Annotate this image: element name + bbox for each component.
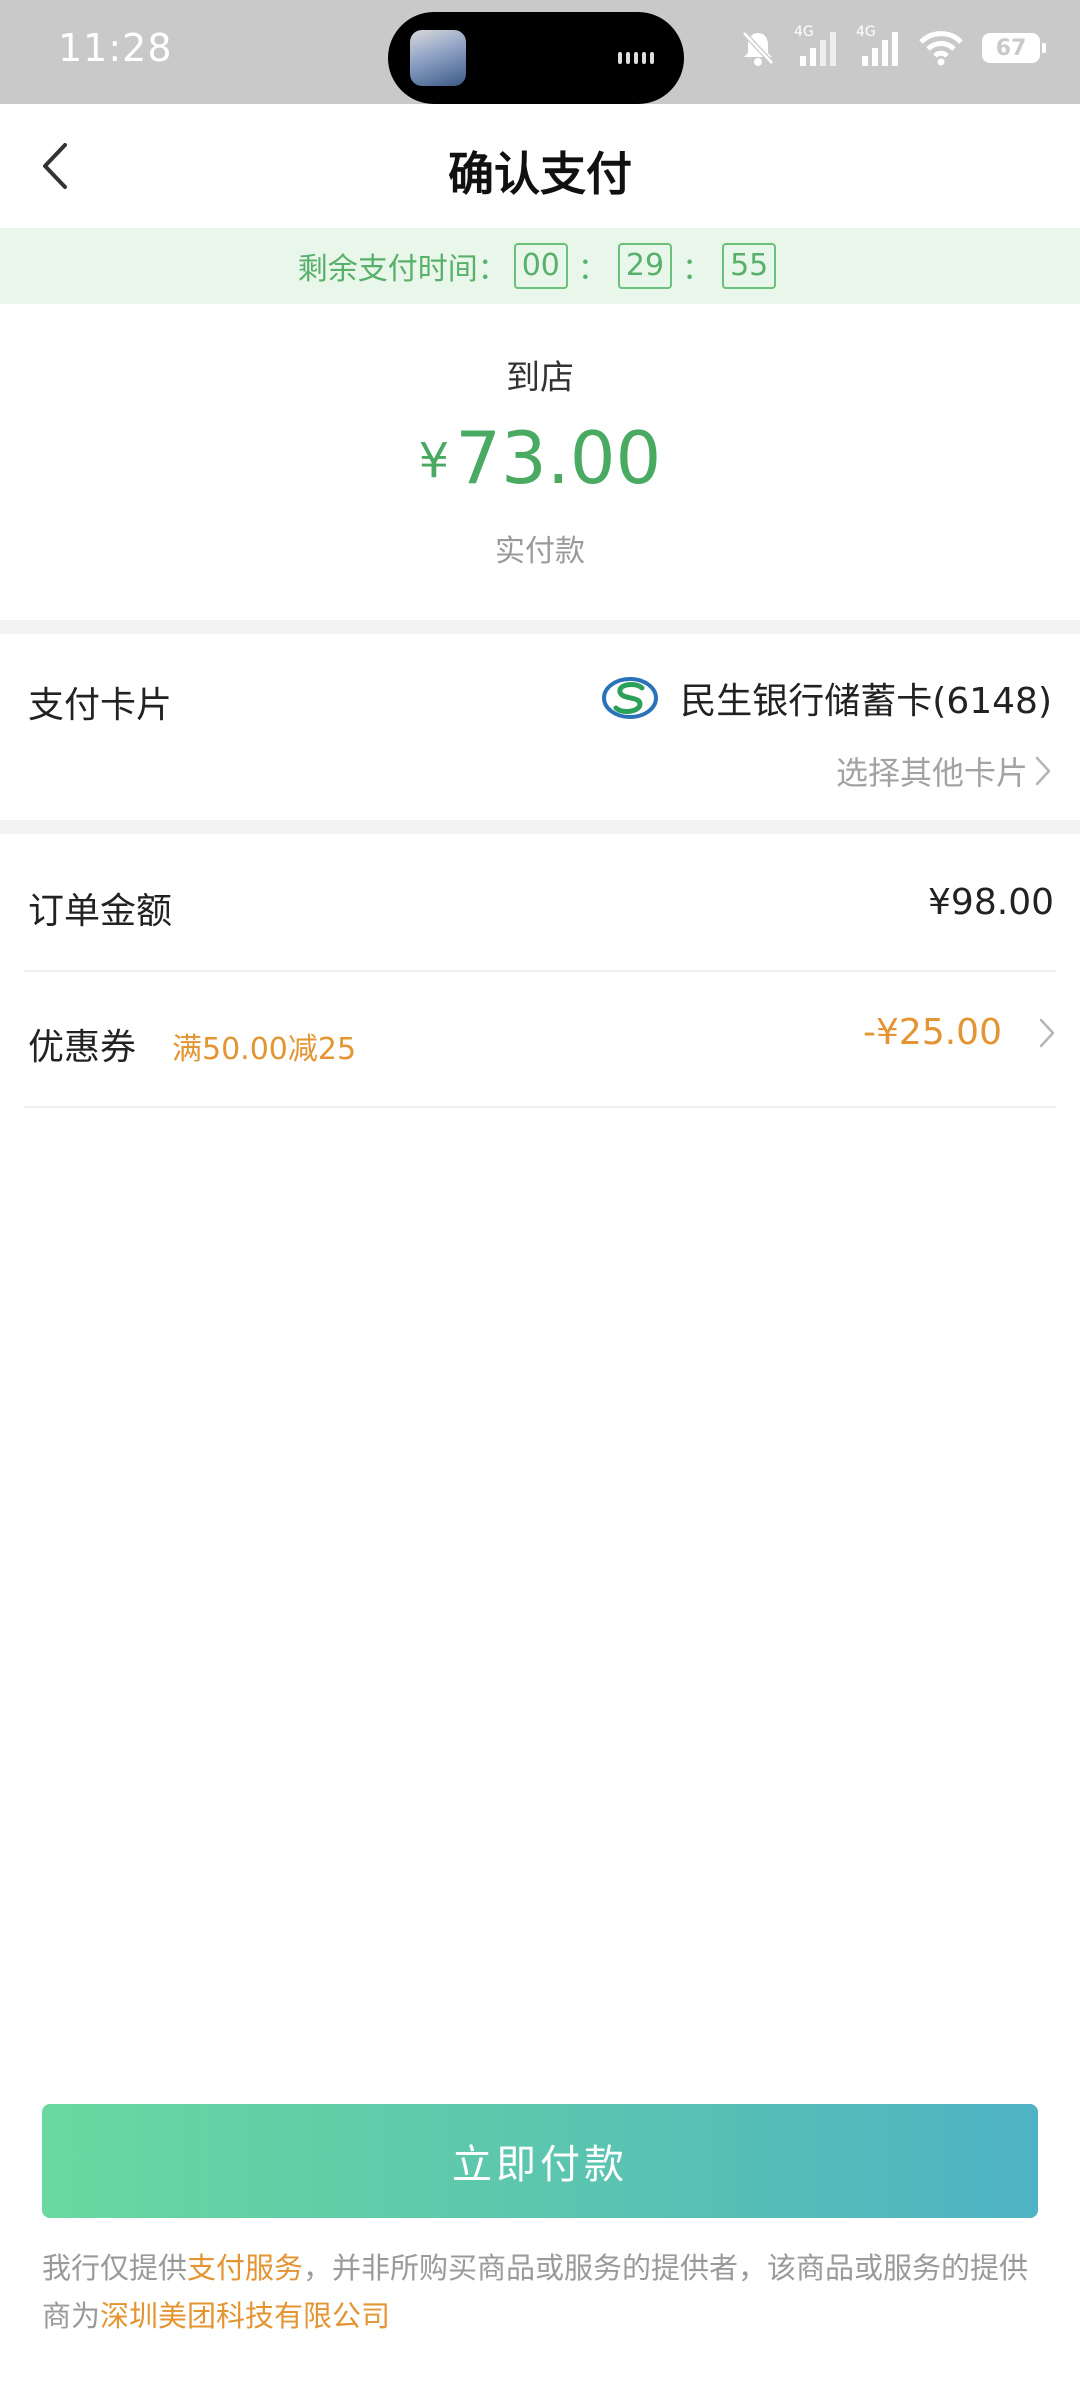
countdown-seconds: 55 <box>722 243 777 289</box>
page-title: 确认支付 <box>448 147 632 201</box>
currency-symbol: ¥ <box>418 433 450 489</box>
audio-bars-icon <box>618 52 654 64</box>
battery-icon: 67 <box>982 33 1046 63</box>
payment-countdown: 剩余支付时间： 00 ： 29 ： 55 <box>0 228 1080 304</box>
mute-bell-icon <box>742 31 774 66</box>
minsheng-bank-icon <box>602 677 659 719</box>
countdown-label: 剩余支付时间： <box>297 252 508 287</box>
pay-now-button[interactable]: 立即付款 <box>42 2104 1038 2218</box>
coupon-discount[interactable]: -¥25.00 <box>863 1012 1056 1053</box>
status-bar: 11:28 4G 4G 67 <box>0 0 1080 104</box>
countdown-separator: ： <box>577 252 608 287</box>
section-divider <box>0 620 1080 634</box>
countdown-hours: 00 <box>513 243 568 289</box>
network-type-label: 4G <box>794 24 814 40</box>
battery-level: 67 <box>995 35 1027 61</box>
countdown-separator: ： <box>682 252 713 287</box>
payment-card-section[interactable]: 支付卡片 民生银行储蓄卡(6148) 选择其他卡片 <box>0 634 1080 820</box>
countdown-minutes: 29 <box>617 243 673 289</box>
merchant-company-link[interactable]: 深圳美团科技有限公司 <box>100 2299 390 2333</box>
chevron-right-icon <box>1039 1018 1055 1047</box>
amount-value: 73.00 <box>455 416 662 500</box>
payment-service-link[interactable]: 支付服务 <box>187 2251 303 2285</box>
disclaimer-text: 我行仅提供 <box>42 2251 188 2285</box>
order-amount-label: 订单金额 <box>28 891 173 932</box>
coupon-discount-value: -¥25.00 <box>863 1012 1002 1053</box>
section-divider <box>0 820 1080 834</box>
dynamic-island <box>388 12 684 104</box>
coupon-tag: 满50.00减25 <box>172 1032 357 1067</box>
coupon-label: 优惠券 <box>28 1027 137 1068</box>
payment-disclaimer: 我行仅提供支付服务，并非所购买商品或服务的提供者，该商品或服务的提供商为深圳美团… <box>42 2244 1038 2340</box>
amount-label: 实付款 <box>495 534 585 569</box>
choose-other-card-label: 选择其他卡片 <box>835 754 1028 792</box>
card-label: 支付卡片 <box>28 685 173 726</box>
signal-icon: 4G <box>794 24 838 68</box>
chevron-right-icon <box>1035 756 1051 786</box>
coupon-row[interactable]: 优惠券 满50.00减25 -¥25.00 <box>24 972 1056 1108</box>
selected-card[interactable]: 民生银行储蓄卡(6148) <box>602 672 1052 724</box>
payment-amount: ¥73.00 <box>0 416 1080 500</box>
nav-bar: 确认支付 <box>0 104 1080 228</box>
wifi-icon <box>919 31 963 66</box>
media-thumbnail <box>410 30 466 86</box>
network-type-label-2: 4G <box>856 24 876 40</box>
card-bank-name: 民生银行储蓄卡(6148) <box>680 681 1052 722</box>
signal-icon-2: 4G <box>856 24 900 68</box>
amount-section: 到店 ¥73.00 实付款 <box>0 304 1080 620</box>
merchant-name: 到店 <box>506 358 574 398</box>
choose-other-card-link[interactable]: 选择其他卡片 <box>836 748 1052 794</box>
order-amount-value: ¥98.00 <box>928 882 1054 923</box>
status-time: 11:28 <box>58 26 173 70</box>
order-amount-row: 订单金额 ¥98.00 <box>24 836 1056 972</box>
status-icons: 4G 4G 67 <box>740 24 1046 68</box>
